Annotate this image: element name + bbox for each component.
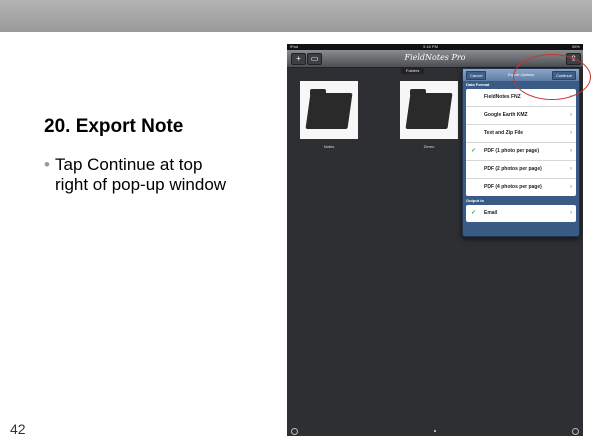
slide-title: 20. Export Note — [44, 116, 184, 137]
page-indicator — [434, 430, 436, 432]
bullet-text: Tap Continue at top right of pop-up wind… — [55, 155, 227, 194]
checkmark-icon: ✓ — [471, 148, 477, 154]
format-row-pdf-4[interactable]: PDF (4 photos per page) › — [466, 179, 576, 196]
chevron-right-icon: › — [570, 130, 572, 136]
folder-label: Demo — [423, 144, 435, 149]
slide-bullet: • Tap Continue at top right of pop-up wi… — [44, 155, 234, 195]
ipad-screenshot: iPad 9:18 PM 56% + ▭ FieldNotes Pro ⇪ Fo… — [287, 44, 583, 436]
folders-segment[interactable]: Folders — [401, 68, 425, 74]
chevron-right-icon: › — [570, 148, 572, 154]
format-row-text-zip[interactable]: Text and Zip File › — [466, 125, 576, 143]
output-to-header: Output to — [466, 198, 484, 203]
format-row-pdf-1[interactable]: ✓ PDF (1 photo per page) › — [466, 143, 576, 161]
format-list: FieldNotes FNZ › Google Earth KMZ › Text… — [466, 89, 576, 196]
folder-label: Notes — [323, 144, 335, 149]
slide-header-band — [0, 0, 592, 32]
highlight-circle — [513, 54, 591, 100]
status-carrier: iPad — [290, 44, 299, 49]
settings-icon[interactable] — [291, 428, 298, 435]
folder-notes[interactable] — [300, 81, 358, 139]
cancel-button[interactable]: Cancel — [466, 71, 487, 80]
output-row-email[interactable]: ✓ Email › — [466, 205, 576, 222]
format-row-kmz[interactable]: Google Earth KMZ › — [466, 107, 576, 125]
folder-demo[interactable] — [400, 81, 458, 139]
chevron-right-icon: › — [570, 184, 572, 190]
chevron-right-icon: › — [570, 210, 572, 216]
chevron-right-icon: › — [570, 112, 572, 118]
chevron-right-icon: › — [570, 166, 572, 172]
page-number: 42 — [10, 421, 26, 437]
format-row-pdf-2[interactable]: PDF (2 photos per page) › — [466, 161, 576, 179]
status-battery: 56% — [571, 44, 580, 49]
output-list: ✓ Email › — [466, 205, 576, 222]
status-time: 9:18 PM — [423, 44, 438, 49]
bullet-dot: • — [44, 155, 50, 174]
gear-icon[interactable] — [572, 428, 579, 435]
checkmark-icon: ✓ — [471, 210, 477, 216]
